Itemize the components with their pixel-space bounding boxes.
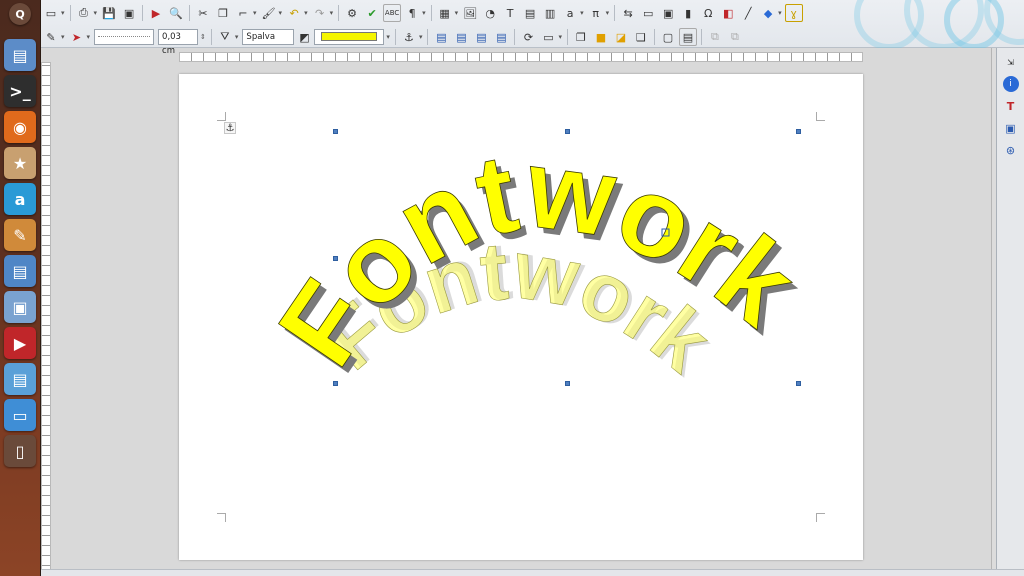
- line-style-select[interactable]: [94, 29, 155, 45]
- trash-icon[interactable]: ▯: [4, 435, 36, 467]
- properties-icon[interactable]: i: [1002, 76, 1019, 92]
- special-character-icon[interactable]: Ω: [699, 4, 717, 22]
- document-page[interactable]: ⚓ Fontwork Fontwork Fontwork Fontwork: [179, 74, 863, 560]
- pdf-icon[interactable]: ▶: [4, 327, 36, 359]
- line-width-field[interactable]: 0,03 cm: [158, 29, 199, 56]
- software-center-icon[interactable]: ★: [4, 147, 36, 179]
- terminal-icon[interactable]: >_: [4, 75, 36, 107]
- printer-icon[interactable]: ▤: [4, 39, 36, 71]
- status-bar: [41, 569, 1024, 576]
- selection-handle-top-right[interactable]: [796, 129, 801, 134]
- undo-icon[interactable]: ↶: [285, 4, 303, 22]
- selection-handle-bottom-right[interactable]: [796, 381, 801, 386]
- redo-icon[interactable]: ↷: [311, 4, 329, 22]
- object-properties-icon[interactable]: ▤: [678, 28, 697, 46]
- anchor-icon[interactable]: ⚓: [400, 28, 418, 46]
- selection-handle-middle-left[interactable]: [333, 256, 338, 261]
- wrap-through-icon[interactable]: ▤: [492, 28, 510, 46]
- line-icon[interactable]: ✎: [42, 28, 60, 46]
- navigator-icon[interactable]: ⊛: [1003, 142, 1019, 158]
- fill-color-select[interactable]: [314, 29, 385, 45]
- clone-formatting-icon[interactable]: 🖌: [260, 4, 278, 22]
- styles-icon[interactable]: T: [1003, 98, 1019, 114]
- rotate-icon[interactable]: ⟳: [519, 28, 537, 46]
- standard-toolbar: ▭ ▾ ⎙ ▾ 💾 ▣ ▶ 🔍 ✂ ❐ ⌐ ▾ 🖌 ▾ ↶ ▾ ↷ ▾ ⚙ ✔ ABC ¶ ▾…: [41, 2, 804, 24]
- draw-functions-icon[interactable]: ◧: [719, 4, 737, 22]
- send-to-back-icon[interactable]: ❑: [632, 28, 650, 46]
- formatting-marks-icon[interactable]: ¶: [403, 4, 421, 22]
- files-icon[interactable]: ▤: [4, 363, 36, 395]
- area-style-select[interactable]: Spalva: [242, 29, 295, 45]
- sidebar: ⇲ i T ▣ ⊛: [996, 48, 1024, 576]
- gallery-icon[interactable]: ▣: [1003, 120, 1019, 136]
- align-icon[interactable]: ▭: [539, 28, 557, 46]
- insert-textbox-icon[interactable]: T: [501, 4, 519, 22]
- page-break-icon[interactable]: ▮: [679, 4, 697, 22]
- ubuntu-dash-icon[interactable]: Q: [9, 3, 31, 25]
- points-icon[interactable]: ⧉: [726, 28, 744, 46]
- forward-one-icon[interactable]: ■: [592, 28, 610, 46]
- fill-color-icon[interactable]: ◩: [297, 28, 311, 46]
- paste-icon[interactable]: ⌐: [234, 4, 252, 22]
- firefox-icon[interactable]: ◉: [4, 111, 36, 143]
- workspace-icon[interactable]: ▭: [4, 399, 36, 431]
- wrap-page-icon[interactable]: ▤: [452, 28, 470, 46]
- backward-one-icon[interactable]: ◪: [612, 28, 630, 46]
- spellcheck-icon[interactable]: ✔: [363, 4, 381, 22]
- writer-icon[interactable]: ▤: [4, 255, 36, 287]
- drawing-object-toolbar: ✎ ▾ ➤ ▾ 0,03 cm ⇕ ⛛ ▾ Spalva ◩ ▾ ⚓ ▾ ▤ ▤ ▤ ▤…: [41, 26, 745, 56]
- insert-formula-icon[interactable]: π: [587, 4, 605, 22]
- selection-handle-top-center[interactable]: [565, 129, 570, 134]
- comment-icon[interactable]: ▭: [639, 4, 657, 22]
- selection-handle-bottom-left[interactable]: [333, 381, 338, 386]
- arrow-style-icon[interactable]: ➤: [68, 28, 86, 46]
- cut-icon[interactable]: ✂: [194, 4, 212, 22]
- unity-launcher: Q ▤ >_ ◉ ★ a ✎ ▤ ▣ ▶ ▤ ▭ ▯: [0, 0, 41, 576]
- fontwork-gallery-icon[interactable]: ɣ: [784, 4, 803, 22]
- vertical-ruler[interactable]: [41, 62, 51, 576]
- toolbar-area: ▭ ▾ ⎙ ▾ 💾 ▣ ▶ 🔍 ✂ ❐ ⌐ ▾ 🖌 ▾ ↶ ▾ ↷ ▾ ⚙ ✔ ABC ¶ ▾…: [41, 0, 1024, 56]
- selection-handle-top-left[interactable]: [333, 129, 338, 134]
- insert-chart-icon[interactable]: ◔: [481, 4, 499, 22]
- sidebar-menu-icon[interactable]: ⇲: [1003, 54, 1019, 70]
- unity-a-icon[interactable]: a: [4, 183, 36, 215]
- insert-field-icon[interactable]: ▣: [659, 4, 677, 22]
- insert-frame-icon[interactable]: ▤: [521, 4, 539, 22]
- basic-shapes-icon[interactable]: ◆: [759, 4, 777, 22]
- insert-hyperlink-icon[interactable]: ▥: [541, 4, 559, 22]
- print-preview-icon[interactable]: 🔍: [167, 4, 185, 22]
- group-icon[interactable]: ▢: [659, 28, 677, 46]
- fontwork-object[interactable]: Fontwork Fontwork Fontwork Fontwork: [179, 74, 863, 560]
- new-document-icon[interactable]: ▭: [42, 4, 60, 22]
- line-color-icon[interactable]: ⛛: [216, 28, 234, 46]
- navigator-icon[interactable]: ⚙: [343, 4, 361, 22]
- wrap-optimal-icon[interactable]: ▤: [472, 28, 490, 46]
- horizontal-ruler[interactable]: [179, 52, 863, 62]
- select-icon[interactable]: ⧉: [706, 28, 724, 46]
- bring-to-front-icon[interactable]: ❐: [572, 28, 590, 46]
- track-changes-icon[interactable]: ⇆: [619, 4, 637, 22]
- save-as-icon[interactable]: ▣: [120, 4, 138, 22]
- wrap-off-icon[interactable]: ▤: [432, 28, 450, 46]
- paint-brush-icon[interactable]: ✎: [4, 219, 36, 251]
- header-decoration: [834, 0, 1024, 48]
- insert-footnote-icon[interactable]: a: [561, 4, 579, 22]
- save-icon[interactable]: 💾: [100, 4, 118, 22]
- selection-handle-bottom-center[interactable]: [565, 381, 570, 386]
- autospellcheck-icon[interactable]: ABC: [383, 4, 402, 22]
- insert-image-icon[interactable]: 🖼: [461, 4, 479, 22]
- copy-icon[interactable]: ❐: [214, 4, 232, 22]
- screenshot-icon[interactable]: ▣: [4, 291, 36, 323]
- insert-table-icon[interactable]: ▦: [436, 4, 454, 22]
- export-pdf-icon[interactable]: ▶: [147, 4, 165, 22]
- insert-line-icon[interactable]: ╱: [739, 4, 757, 22]
- print-icon[interactable]: ⎙: [75, 4, 93, 22]
